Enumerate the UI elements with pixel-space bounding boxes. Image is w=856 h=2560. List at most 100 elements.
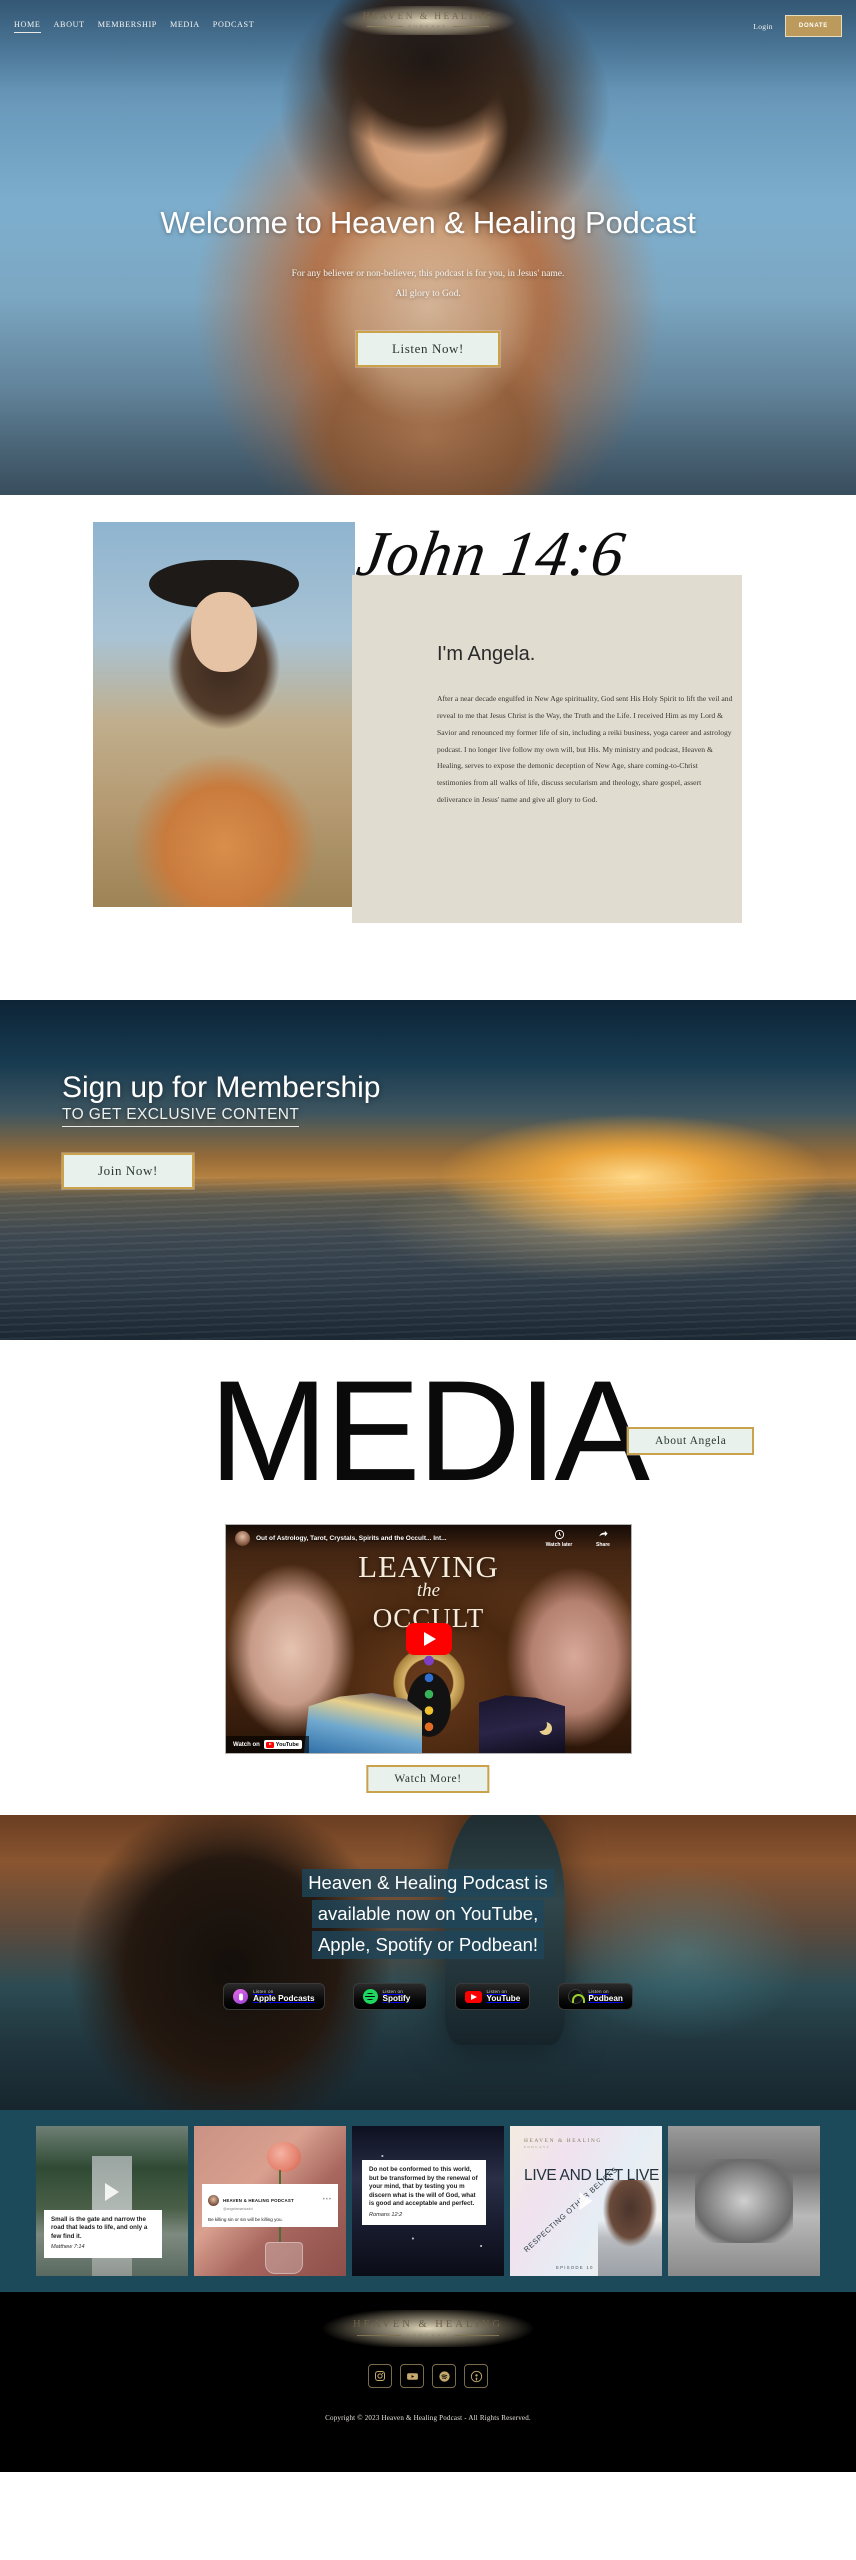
spotify-link[interactable] bbox=[432, 2364, 456, 2388]
avatar bbox=[208, 2194, 219, 2206]
more-options-icon[interactable]: ••• bbox=[323, 2197, 332, 2203]
instagram-link[interactable] bbox=[368, 2364, 392, 2388]
watch-later-label: Watch later bbox=[545, 1541, 573, 1548]
hero-subtitle: For any believer or non-believer, this p… bbox=[0, 265, 856, 305]
share-button[interactable]: Share bbox=[584, 1529, 622, 1548]
feed-quote-1-reference: Matthew 7:14 bbox=[51, 2244, 85, 2251]
spotify-badge-text: Listen on Spotify bbox=[382, 1989, 411, 2003]
nav-item-membership[interactable]: MEMBERSHIP bbox=[98, 20, 157, 32]
instagram-caption: Be killing sin or sin will be killing yo… bbox=[208, 2217, 283, 2222]
footer-logo[interactable]: HEAVEN & HEALING PODCAST bbox=[288, 2310, 568, 2347]
join-now-button[interactable]: Join Now! bbox=[62, 1152, 194, 1189]
about-section: John 14:6 I'm Angela. After a near decad… bbox=[0, 495, 856, 1455]
youtube-link[interactable] bbox=[400, 2364, 424, 2388]
youtube-wordmark: YouTube bbox=[275, 1741, 299, 1748]
hero-section: HOME ABOUT MEMBERSHIP MEDIA PODCAST HEAV… bbox=[0, 0, 856, 495]
membership-background-image bbox=[0, 1176, 856, 1340]
footer-logo-subtitle: PODCAST bbox=[288, 2333, 568, 2338]
apple-podcasts-icon bbox=[233, 1989, 249, 2004]
nav-actions: Login DONATE bbox=[753, 15, 842, 37]
youtube-badge-big: YouTube bbox=[486, 1993, 521, 2003]
hero-title: Welcome to Heaven & Healing Podcast bbox=[160, 205, 696, 240]
spotify-badge-big: Spotify bbox=[382, 1993, 411, 2003]
about-angela-button[interactable]: About Angela bbox=[627, 1427, 755, 1455]
membership-subtitle: TO GET EXCLUSIVE CONTENT bbox=[62, 1106, 300, 1127]
play-button[interactable] bbox=[405, 1623, 452, 1655]
nav-item-podcast[interactable]: PODCAST bbox=[213, 20, 255, 32]
share-arrow-icon bbox=[598, 1530, 608, 1536]
spotify-badge[interactable]: Listen on Spotify bbox=[352, 1983, 427, 2010]
about-heading: I'm Angela. bbox=[437, 643, 536, 665]
episode-logo: HEAVEN & HEALING PODCAST bbox=[524, 2138, 602, 2149]
watch-on-youtube-link[interactable]: Watch on YouTube bbox=[226, 1736, 309, 1753]
feed-item-4[interactable]: HEAVEN & HEALING PODCAST LIVE AND LET LI… bbox=[510, 2126, 662, 2276]
nav-links: HOME ABOUT MEMBERSHIP MEDIA PODCAST bbox=[14, 20, 254, 33]
site-logo[interactable]: HEAVEN & HEALING PODCAST bbox=[318, 6, 538, 35]
platforms-line-2: available now on YouTube, bbox=[311, 1899, 545, 1929]
feed-item-3[interactable]: Do not be conformed to this world, but b… bbox=[352, 2126, 504, 2276]
apple-badge-big: Apple Podcasts bbox=[253, 1993, 315, 2003]
podbean-badge-text: Listen on Podbean bbox=[588, 1989, 623, 2003]
media-heading: MEDIA bbox=[209, 1352, 650, 1511]
nav-item-home[interactable]: HOME bbox=[14, 20, 41, 33]
apple-podcasts-link[interactable] bbox=[464, 2364, 488, 2388]
platforms-section: Heaven & Healing Podcast is available no… bbox=[0, 1815, 856, 2110]
instagram-icon bbox=[375, 2371, 385, 2381]
podbean-badge[interactable]: Listen on Podbean bbox=[558, 1983, 633, 2010]
podbean-badge-big: Podbean bbox=[588, 1993, 623, 2003]
video-title[interactable]: Out of Astrology, Tarot, Crystals, Spiri… bbox=[256, 1535, 534, 1542]
youtube-video-embed[interactable]: LEAVING the OCCULT Out of Astrology, Tar… bbox=[226, 1525, 631, 1753]
membership-content: Sign up for Membership TO GET EXCLUSIVE … bbox=[62, 1072, 381, 1189]
feed-quote-3-reference: Romans 12:2 bbox=[369, 2211, 403, 2218]
platform-badges: Listen on Apple Podcasts Listen on Spoti… bbox=[0, 1983, 856, 2010]
platforms-line-1: Heaven & Healing Podcast is bbox=[302, 1868, 554, 1897]
instagram-account-name: HEAVEN & HEALING PODCAST bbox=[223, 2198, 294, 2203]
login-link[interactable]: Login bbox=[753, 22, 773, 31]
membership-section: Sign up for Membership TO GET EXCLUSIVE … bbox=[0, 1000, 856, 1340]
logo-subtitle: PODCAST bbox=[318, 24, 538, 29]
footer-logo-title: HEAVEN & HEALING bbox=[353, 2319, 503, 2330]
episode-number: EPISODE 10 bbox=[556, 2265, 594, 2270]
nav-item-media[interactable]: MEDIA bbox=[170, 20, 200, 32]
play-icon bbox=[105, 2183, 119, 2201]
moon-graphic bbox=[534, 1718, 547, 1731]
rose-graphic bbox=[266, 2142, 301, 2172]
youtube-icon bbox=[406, 2372, 418, 2380]
channel-avatar[interactable] bbox=[235, 1530, 250, 1546]
youtube-logo: YouTube bbox=[263, 1740, 302, 1749]
watch-later-button[interactable]: Watch later bbox=[540, 1529, 578, 1548]
media-section: MEDIA LEAVING the OCCULT Out of Astrolog… bbox=[0, 1340, 856, 1815]
video-top-bar: Out of Astrology, Tarot, Crystals, Spiri… bbox=[226, 1525, 631, 1551]
instagram-handle: @angelamarisadci bbox=[223, 2207, 253, 2211]
instagram-post-card: HEAVEN & HEALING PODCAST @angelamarisadc… bbox=[202, 2184, 338, 2227]
feed-quote-3-text: Do not be conformed to this world, but b… bbox=[369, 2166, 478, 2208]
apple-badge-text: Listen on Apple Podcasts bbox=[253, 1989, 315, 2003]
top-navigation: HOME ABOUT MEMBERSHIP MEDIA PODCAST HEAV… bbox=[0, 0, 856, 52]
episode-logo-subtitle: PODCAST bbox=[524, 2145, 551, 2149]
listen-now-button[interactable]: Listen Now! bbox=[356, 330, 500, 367]
watch-more-button[interactable]: Watch More! bbox=[366, 1765, 490, 1793]
feed-quote-1: Small is the gate and narrow the road th… bbox=[44, 2209, 162, 2258]
vase-graphic bbox=[265, 2242, 304, 2274]
feed-item-1[interactable]: Small is the gate and narrow the road th… bbox=[36, 2126, 188, 2276]
apple-podcasts-badge[interactable]: Listen on Apple Podcasts bbox=[223, 1983, 325, 2010]
bible-verse-heading: John 14:6 bbox=[352, 518, 631, 589]
play-icon bbox=[579, 2192, 593, 2210]
feed-item-5[interactable] bbox=[668, 2126, 820, 2276]
feed-quote-3: Do not be conformed to this world, but b… bbox=[362, 2160, 486, 2226]
angela-portrait-image bbox=[93, 522, 355, 907]
feed-quote-1-text: Small is the gate and narrow the road th… bbox=[51, 2215, 148, 2240]
portrait-face bbox=[191, 592, 257, 672]
media-cta-wrap: Watch More! bbox=[366, 1765, 490, 1793]
spotify-icon bbox=[438, 2370, 450, 2382]
donate-button[interactable]: DONATE bbox=[784, 15, 842, 37]
social-links bbox=[368, 2364, 488, 2388]
youtube-icon bbox=[464, 1990, 482, 2003]
youtube-badge[interactable]: Listen on YouTube bbox=[454, 1983, 531, 2010]
nav-item-about[interactable]: ABOUT bbox=[54, 20, 85, 32]
episode-logo-title: HEAVEN & HEALING bbox=[524, 2138, 602, 2144]
about-cta-wrap: About Angela bbox=[627, 1427, 755, 1455]
share-label: Share bbox=[596, 1541, 610, 1548]
hero-content: Welcome to Heaven & Healing Podcast For … bbox=[0, 205, 856, 367]
feed-item-2[interactable]: HEAVEN & HEALING PODCAST @angelamarisadc… bbox=[194, 2126, 346, 2276]
